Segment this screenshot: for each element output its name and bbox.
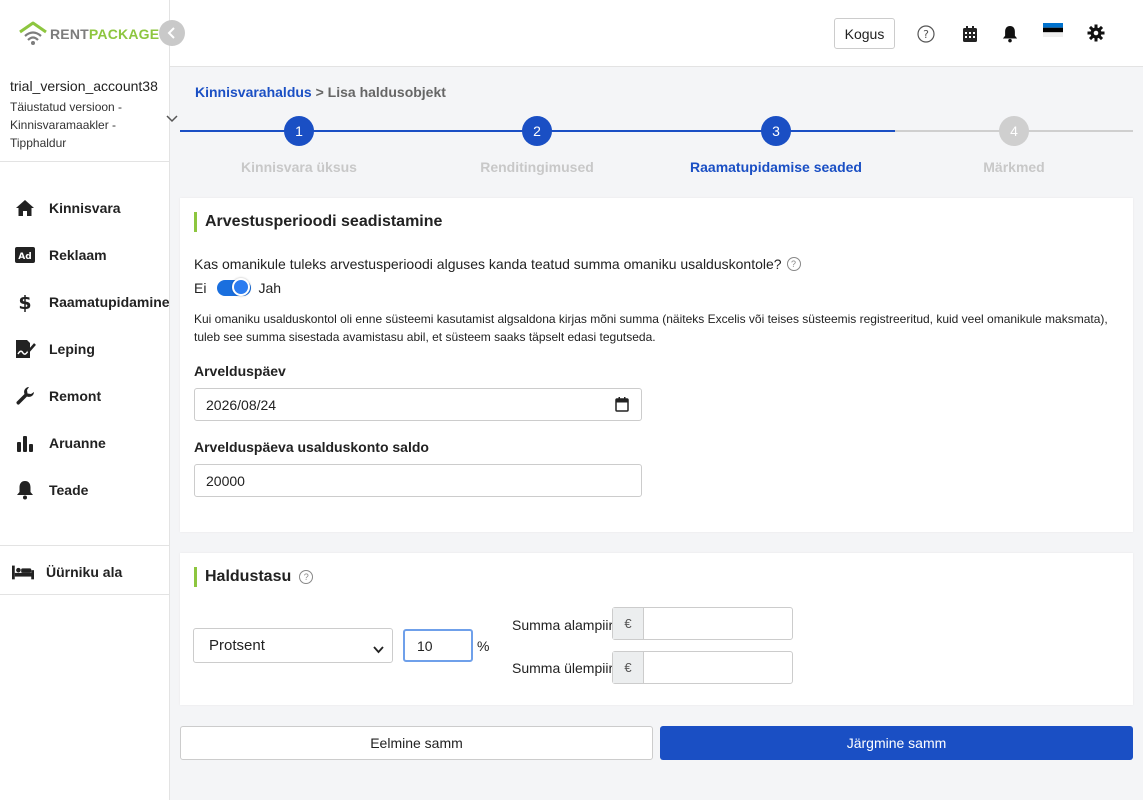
min-amount-input-group: € bbox=[612, 607, 793, 640]
step-2-label: Renditingimused bbox=[480, 159, 594, 175]
calendar-icon[interactable] bbox=[615, 397, 629, 415]
divider bbox=[0, 161, 170, 162]
min-amount-input[interactable] bbox=[644, 608, 792, 639]
sidebar-item-remont[interactable]: Remont bbox=[14, 384, 101, 408]
billing-card-title: Arvestusperioodi seadistamine bbox=[194, 212, 442, 232]
trust-account-question: Kas omanikule tuleks arvestusperioodi al… bbox=[194, 256, 801, 272]
trust-account-toggle-row: Ei Jah bbox=[194, 278, 282, 296]
bell-icon bbox=[14, 479, 36, 501]
account-plan: Täiustatud versioon - Kinnisvaramaakler … bbox=[10, 100, 123, 150]
account-info[interactable]: trial_version_account38 Täiustatud versi… bbox=[10, 78, 160, 152]
settlement-date-input[interactable]: 2026/08/24 bbox=[194, 388, 642, 421]
percent-sign: % bbox=[477, 638, 490, 654]
sidebar-item-kinnisvara[interactable]: Kinnisvara bbox=[14, 196, 121, 220]
breadcrumb-link-kinnisvarahaldus[interactable]: Kinnisvarahaldus bbox=[195, 84, 312, 100]
step-4-circle[interactable]: 4 bbox=[999, 116, 1029, 146]
sidebar-item-aruanne[interactable]: Aruanne bbox=[14, 431, 106, 455]
sidebar-item-leping[interactable]: Leping bbox=[14, 337, 95, 361]
settlement-date-label: Arvelduspäev bbox=[194, 363, 286, 379]
opening-balance-note: Kui omaniku usalduskontol oli enne süste… bbox=[194, 312, 1108, 344]
wifi-house-logo-icon bbox=[18, 21, 48, 47]
toggle-knob bbox=[232, 278, 251, 296]
max-amount-input-group: € bbox=[612, 651, 793, 684]
fee-card-title: Haldustasu ? bbox=[194, 567, 314, 587]
logo-text: RENTPACKAGE bbox=[50, 26, 160, 42]
trust-account-toggle[interactable] bbox=[217, 278, 252, 296]
svg-text:$: $ bbox=[18, 292, 31, 312]
gear-icon[interactable] bbox=[1086, 23, 1106, 43]
chevron-down-icon bbox=[373, 641, 384, 658]
euro-addon: € bbox=[613, 652, 644, 683]
divider bbox=[0, 545, 170, 546]
chevron-down-icon[interactable] bbox=[166, 108, 178, 127]
fee-percent-input[interactable]: 10 bbox=[403, 629, 473, 662]
bed-icon bbox=[12, 561, 34, 583]
sidebar: RENTPACKAGE trial_version_account38 Täiu… bbox=[0, 0, 178, 800]
step-3-circle[interactable]: 3 bbox=[761, 116, 791, 146]
trust-balance-input[interactable]: 20000 bbox=[194, 464, 642, 497]
euro-addon: € bbox=[613, 608, 644, 639]
breadcrumb-separator: > bbox=[315, 84, 324, 100]
bar-chart-icon bbox=[14, 432, 36, 454]
next-step-button[interactable]: Järgmine samm bbox=[660, 726, 1133, 760]
step-1-circle[interactable]: 1 bbox=[284, 116, 314, 146]
toggle-on-label: Jah bbox=[258, 280, 282, 296]
svg-text:?: ? bbox=[923, 28, 929, 41]
management-fee-card: Haldustasu ? Protsent 10 % Summa alampii… bbox=[180, 553, 1133, 705]
divider bbox=[0, 594, 170, 595]
contract-icon bbox=[14, 338, 36, 360]
sidebar-item-reklaam[interactable]: Ad Reklaam bbox=[14, 243, 107, 267]
fee-type-select[interactable]: Protsent bbox=[193, 628, 393, 663]
logo[interactable]: RENTPACKAGE bbox=[18, 20, 159, 48]
svg-text:Ad: Ad bbox=[18, 252, 31, 262]
step-4-label: Märkmed bbox=[983, 159, 1045, 175]
min-amount-label: Summa alampiir bbox=[512, 617, 614, 633]
notification-bell-icon[interactable] bbox=[1000, 24, 1020, 44]
collapse-sidebar-button[interactable] bbox=[159, 20, 185, 46]
question-circle-icon[interactable]: ? bbox=[299, 570, 314, 584]
sidebar-item-teade[interactable]: Teade bbox=[14, 478, 88, 502]
kogus-button[interactable]: Kogus bbox=[834, 18, 895, 49]
ad-icon: Ad bbox=[14, 244, 36, 266]
previous-step-button[interactable]: Eelmine samm bbox=[180, 726, 653, 760]
billing-period-card: Arvestusperioodi seadistamine Kas omanik… bbox=[180, 198, 1133, 532]
question-circle-icon[interactable]: ? bbox=[786, 257, 801, 271]
step-1-label: Kinnisvara üksus bbox=[241, 159, 357, 175]
account-name: trial_version_account38 bbox=[10, 78, 158, 94]
top-header: Kogus ? bbox=[170, 0, 1143, 67]
sidebar-item-raamatupidamine[interactable]: $ Raamatupidamine bbox=[14, 290, 169, 314]
help-icon[interactable]: ? bbox=[916, 24, 936, 44]
max-amount-label: Summa ülempiir bbox=[512, 660, 614, 676]
sidebar-item-uurniku-ala[interactable]: Üürniku ala bbox=[12, 560, 122, 584]
home-icon bbox=[14, 197, 36, 219]
wrench-icon bbox=[14, 385, 36, 407]
dollar-icon: $ bbox=[14, 291, 36, 313]
max-amount-input[interactable] bbox=[644, 652, 792, 683]
trust-balance-label: Arvelduspäeva usalduskonto saldo bbox=[194, 439, 429, 455]
step-2-circle[interactable]: 2 bbox=[522, 116, 552, 146]
calendar-icon[interactable] bbox=[960, 24, 980, 44]
breadcrumb-current: Lisa haldusobjekt bbox=[327, 84, 446, 100]
step-3-label: Raamatupidamise seaded bbox=[690, 159, 862, 175]
breadcrumb: Kinnisvarahaldus > Lisa haldusobjekt bbox=[195, 84, 446, 100]
chevron-left-icon bbox=[167, 24, 177, 43]
toggle-off-label: Ei bbox=[194, 280, 207, 296]
estonian-flag-icon[interactable] bbox=[1042, 22, 1064, 38]
